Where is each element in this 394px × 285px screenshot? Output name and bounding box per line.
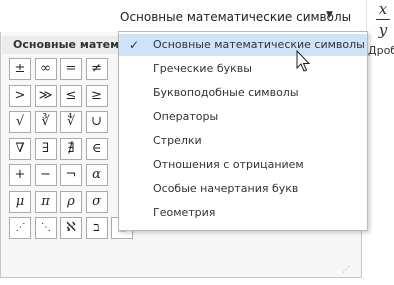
menu-item-negated-relations[interactable]: Отношения с отрицанием: [119, 154, 367, 176]
symbol-button[interactable]: ≥: [85, 84, 108, 107]
menu-item-geometry[interactable]: Геометрия: [119, 202, 367, 224]
symbol-button[interactable]: ∇: [9, 137, 31, 160]
menu-item-label: Греческие буквы: [153, 62, 252, 75]
symbol-button[interactable]: ∜: [60, 111, 82, 133]
symbol-button[interactable]: σ: [85, 190, 108, 213]
symbol-button[interactable]: ≤: [60, 84, 82, 107]
chevron-down-icon[interactable]: ▼: [326, 10, 333, 20]
symbol-button[interactable]: ב: [85, 217, 108, 239]
category-dropdown-value: Основные математические символы: [120, 10, 352, 24]
symbol-button[interactable]: =: [60, 58, 82, 80]
menu-item-letterlike[interactable]: Буквоподобные символы: [119, 82, 367, 104]
symbol-button[interactable]: ≠: [85, 58, 108, 80]
symbol-button[interactable]: ℵ: [60, 217, 82, 239]
fraction-numerator: x: [378, 0, 388, 18]
symbol-button[interactable]: √: [9, 111, 31, 133]
symbol-button[interactable]: +: [9, 164, 31, 186]
checkmark-icon: ✓: [129, 38, 140, 52]
symbol-button[interactable]: >: [9, 84, 31, 107]
menu-item-label: Буквоподобные символы: [153, 86, 299, 99]
menu-item-label: Операторы: [153, 110, 219, 123]
fraction-bar: [376, 19, 390, 20]
symbol-button[interactable]: π: [34, 190, 57, 213]
fraction-icon[interactable]: x y: [376, 0, 390, 39]
fraction-label[interactable]: Дробь: [368, 44, 394, 57]
symbol-button[interactable]: μ: [9, 190, 31, 213]
mouse-pointer-icon: [296, 50, 311, 72]
symbol-button[interactable]: ¬: [60, 164, 82, 186]
symbol-button[interactable]: ⋱: [34, 217, 57, 239]
menu-item-label: Стрелки: [153, 134, 202, 147]
menu-item-label: Отношения с отрицанием: [153, 158, 304, 171]
symbol-button[interactable]: ⋰: [9, 217, 31, 239]
symbol-button[interactable]: ∪: [85, 111, 108, 133]
category-menu: ✓ Основные математические символы Гречес…: [118, 31, 368, 231]
symbol-button[interactable]: ∛: [34, 111, 57, 133]
menu-item-label: Геометрия: [153, 206, 216, 219]
symbol-button[interactable]: ≫: [34, 84, 57, 107]
symbol-button[interactable]: ±: [9, 58, 31, 80]
fraction-denominator: y: [378, 21, 388, 39]
menu-item-operators[interactable]: Операторы: [119, 106, 367, 128]
resize-grip-icon[interactable]: ⋰: [342, 265, 351, 274]
symbol-button[interactable]: −: [34, 164, 57, 186]
symbol-button[interactable]: ρ: [60, 190, 82, 213]
symbol-button[interactable]: ∈: [85, 137, 108, 160]
category-dropdown[interactable]: Основные математические символы ▼: [0, 0, 366, 33]
menu-item-label: Основные математические символы: [153, 38, 365, 51]
symbol-button[interactable]: α: [85, 164, 108, 186]
menu-item-scripts[interactable]: Особые начертания букв: [119, 178, 367, 200]
symbol-button[interactable]: ∃: [34, 137, 57, 160]
menu-item-basic-math[interactable]: ✓ Основные математические символы: [119, 34, 367, 56]
menu-item-label: Особые начертания букв: [153, 182, 299, 195]
symbol-button[interactable]: ∄: [60, 137, 82, 160]
menu-item-arrows[interactable]: Стрелки: [119, 130, 367, 152]
menu-item-greek[interactable]: Греческие буквы: [119, 58, 367, 80]
symbol-button[interactable]: ∞: [34, 58, 57, 80]
